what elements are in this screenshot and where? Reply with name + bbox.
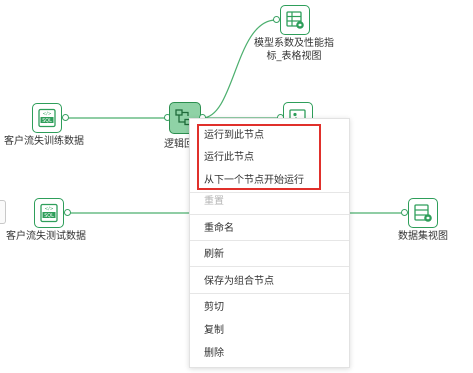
menu-divider [190, 240, 349, 241]
menu-item-delete[interactable]: 删除 [204, 347, 224, 360]
node-dataset-view[interactable] [408, 198, 438, 228]
menu-item-reset: 重置 [204, 196, 224, 207]
menu-item-refresh[interactable]: 刷新 [204, 248, 224, 261]
menu-divider [190, 293, 349, 294]
node-model-input-port[interactable] [273, 16, 280, 23]
sql-icon: </> SQL [38, 108, 56, 128]
sql-icon: </> SQL [40, 203, 58, 223]
node-test-data[interactable]: </> SQL [34, 198, 64, 228]
node-dataset-label: 数据集视图 [398, 231, 448, 242]
menu-divider [190, 192, 349, 193]
node-model-label-line1: 模型系数及性能指 [254, 38, 334, 49]
node-test-label: 客户流失测试数据 [6, 231, 86, 242]
menu-divider [190, 214, 349, 215]
node-model-table-view[interactable] [280, 5, 310, 35]
context-menu: 运行到此节点 运行此节点 从下一个节点开始运行 重置 重命名 刷新 保存为组合节… [189, 118, 350, 368]
svg-text:</>: </> [44, 206, 53, 212]
menu-item-save-as-group[interactable]: 保存为组合节点 [204, 275, 274, 288]
node-train-label: 客户流失训练数据 [4, 136, 84, 147]
dataset-view-icon [414, 204, 432, 222]
menu-item-run-to-here[interactable]: 运行到此节点 [204, 129, 264, 142]
node-dataset-input-port[interactable] [401, 209, 408, 216]
menu-item-rename[interactable]: 重命名 [204, 222, 234, 235]
workflow-canvas[interactable]: </> SQL 客户流失训练数据 逻辑回 模型系数及性能指 标_表格视图 </>… [0, 0, 473, 373]
edge-logic-model [201, 19, 277, 119]
menu-divider [190, 266, 349, 267]
menu-item-run-this[interactable]: 运行此节点 [204, 151, 254, 164]
menu-item-cut[interactable]: 剪切 [204, 301, 224, 314]
node-model-label-line2: 标_表格视图 [266, 51, 322, 62]
table-view-icon [286, 11, 304, 29]
svg-text:SQL: SQL [42, 118, 52, 124]
svg-text:SQL: SQL [44, 213, 54, 219]
node-train-output-port[interactable] [62, 114, 69, 121]
menu-item-run-from-next[interactable]: 从下一个节点开始运行 [204, 174, 304, 187]
svg-text:</>: </> [42, 111, 51, 117]
node-test-output-port[interactable] [64, 209, 71, 216]
node-train-data[interactable]: </> SQL [32, 103, 62, 133]
menu-item-copy[interactable]: 复制 [204, 324, 224, 337]
left-panel-collapse-handle[interactable] [0, 200, 6, 224]
node-model-label: 模型系数及性能指 标_表格视图 [240, 37, 348, 63]
